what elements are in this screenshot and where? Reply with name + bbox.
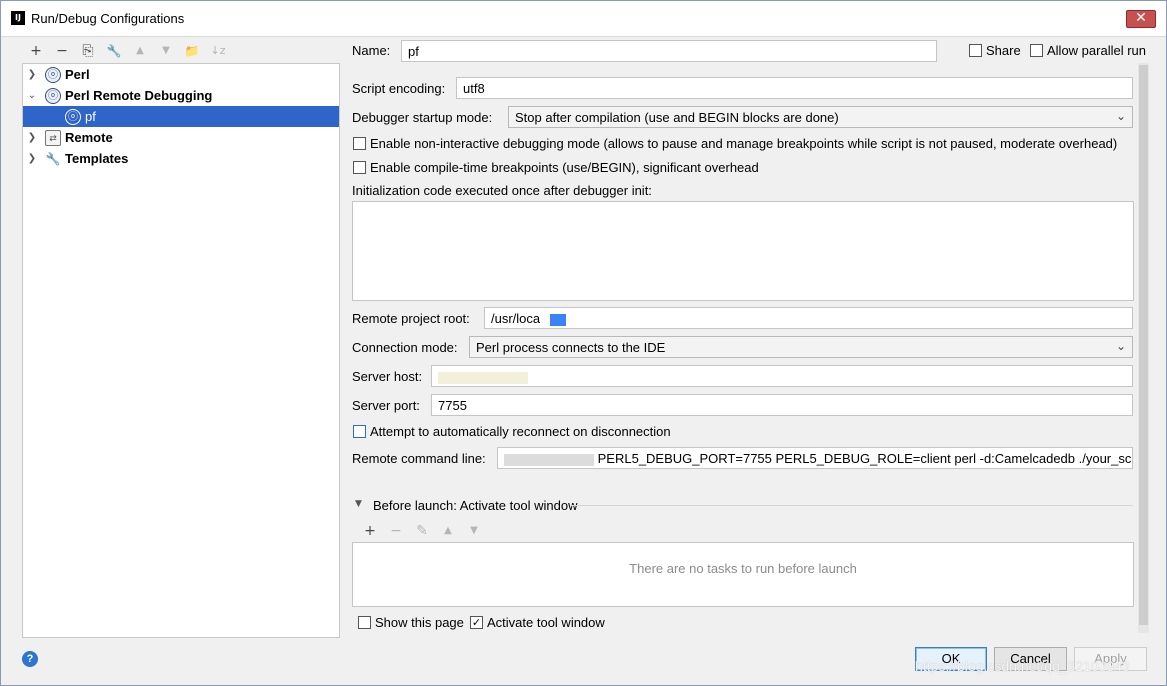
name-label: Name: (352, 43, 391, 58)
show-page-label: Show this page (375, 615, 464, 630)
move-task-down-button[interactable]: ▼ (461, 521, 487, 541)
help-icon[interactable]: ? (22, 651, 38, 667)
close-button[interactable]: ✕ (1126, 10, 1156, 28)
parallel-run-label: Allow parallel run (1047, 43, 1146, 58)
add-config-button[interactable]: + (23, 41, 49, 61)
remote-root-input[interactable]: /usr/loca (484, 307, 1133, 329)
chevron-down-icon[interactable]: ⌄ (25, 90, 39, 101)
reconnect-label: Attempt to automatically reconnect on di… (370, 424, 671, 439)
tree-item-label: pf (85, 109, 96, 124)
new-folder-button[interactable]: 📁 (179, 41, 205, 61)
server-host-label: Server host: (352, 369, 423, 384)
move-down-button[interactable]: ▼ (153, 41, 179, 61)
compile-time-checkbox[interactable] (353, 161, 366, 174)
init-code-label: Initialization code executed once after … (352, 183, 652, 198)
before-launch-header: Before launch: Activate tool window (373, 498, 578, 513)
show-page-checkbox[interactable] (358, 616, 371, 629)
chevron-right-icon[interactable]: ❯ (25, 153, 39, 164)
activate-tool-window-label: Activate tool window (487, 615, 605, 630)
redaction-mark (550, 313, 567, 326)
startup-mode-label: Debugger startup mode: (352, 110, 493, 125)
tree-item-label: Perl (65, 67, 90, 82)
tree-item-label: Templates (65, 151, 129, 166)
sort-button[interactable]: ↓z (205, 41, 231, 61)
before-launch-toolbar: + − ✎ ▲ ▼ (357, 521, 487, 541)
remote-cmd-value: PERL5_DEBUG_PORT=7755 PERL5_DEBUG_ROLE=c… (597, 451, 1133, 466)
script-encoding-input[interactable]: utf8 (456, 77, 1133, 99)
tree-item-remote[interactable]: ❯ ⇄ Remote (23, 127, 339, 148)
tree-item-perl-remote-debugging[interactable]: ⌄ ⓞ Perl Remote Debugging (23, 85, 339, 106)
copy-config-button[interactable]: ⎘ (75, 41, 101, 61)
reconnect-checkbox[interactable] (353, 425, 366, 438)
tree-item-pf[interactable]: ⓞ pf (23, 106, 339, 127)
move-up-button[interactable]: ▲ (127, 41, 153, 61)
chevron-down-icon: ⌄ (1115, 339, 1126, 353)
collapse-triangle-icon[interactable]: ▼ (355, 499, 362, 509)
form-scrollbar[interactable] (1138, 63, 1149, 633)
add-task-button[interactable]: + (357, 521, 383, 541)
remote-icon: ⇄ (45, 129, 61, 146)
startup-mode-value: Stop after compilation (use and BEGIN bl… (515, 110, 839, 125)
window-title: Run/Debug Configurations (31, 11, 185, 26)
redaction-mark (438, 371, 528, 384)
remove-task-button[interactable]: − (383, 521, 409, 541)
chevron-right-icon[interactable]: ❯ (25, 69, 39, 80)
remote-cmd-label: Remote command line: (352, 451, 486, 466)
edit-task-button[interactable]: ✎ (409, 521, 435, 541)
before-launch-tasks-list[interactable]: There are no tasks to run before launch (352, 542, 1134, 607)
empty-tasks-text: There are no tasks to run before launch (629, 561, 857, 576)
server-host-input[interactable] (431, 365, 1133, 387)
perl-icon: ⓞ (45, 87, 61, 104)
connection-mode-select[interactable]: Perl process connects to the IDE ⌄ (469, 336, 1133, 358)
share-checkbox[interactable] (969, 44, 982, 57)
noninteractive-checkbox[interactable] (353, 137, 366, 150)
init-code-textarea[interactable] (352, 201, 1134, 301)
remove-config-button[interactable]: − (49, 41, 75, 61)
edit-defaults-button[interactable]: 🔧 (101, 41, 127, 61)
server-port-input[interactable]: 7755 (431, 394, 1133, 416)
chevron-down-icon: ⌄ (1115, 109, 1126, 123)
move-task-up-button[interactable]: ▲ (435, 521, 461, 541)
separator (571, 505, 1133, 506)
tree-item-label: Remote (65, 130, 113, 145)
noninteractive-label: Enable non-interactive debugging mode (a… (370, 136, 1118, 151)
compile-time-label: Enable compile-time breakpoints (use/BEG… (370, 160, 759, 175)
remote-cmd-input[interactable]: PERL5_DEBUG_PORT=7755 PERL5_DEBUG_ROLE=c… (497, 447, 1133, 469)
remote-root-value: /usr/loca (491, 311, 541, 326)
name-input[interactable]: pf (401, 40, 937, 62)
server-port-label: Server port: (352, 398, 420, 413)
share-label: Share (986, 43, 1021, 58)
connection-mode-label: Connection mode: (352, 340, 458, 355)
activate-tool-window-checkbox[interactable]: ✓ (470, 616, 483, 629)
connection-mode-value: Perl process connects to the IDE (476, 340, 666, 355)
script-encoding-label: Script encoding: (352, 81, 446, 96)
scrollbar-thumb[interactable] (1139, 65, 1148, 625)
tree-item-label: Perl Remote Debugging (65, 88, 213, 103)
tree-item-templates[interactable]: ❯ 🔧 Templates (23, 148, 339, 169)
wrench-icon: 🔧 (45, 151, 61, 166)
watermark: https://blog.csdn.net/qq_32103943 (915, 658, 1130, 674)
parallel-run-checkbox[interactable] (1030, 44, 1043, 57)
perl-icon: ⓞ (65, 108, 81, 125)
config-toolbar: + − ⎘ 🔧 ▲ ▼ 📁 ↓z (23, 41, 231, 61)
remote-root-label: Remote project root: (352, 311, 470, 326)
chevron-right-icon[interactable]: ❯ (25, 132, 39, 143)
run-debug-dialog: IJ Run/Debug Configurations ✕ + − ⎘ 🔧 ▲ … (0, 0, 1167, 686)
startup-mode-select[interactable]: Stop after compilation (use and BEGIN bl… (508, 106, 1133, 128)
intellij-icon: IJ (11, 11, 25, 25)
config-tree: ❯ ⓞ Perl ⌄ ⓞ Perl Remote Debugging ⓞ pf … (22, 63, 340, 638)
tree-item-perl[interactable]: ❯ ⓞ Perl (23, 64, 339, 85)
redaction-mark (504, 453, 594, 466)
title-bar: IJ Run/Debug Configurations ✕ (1, 1, 1166, 37)
perl-icon: ⓞ (45, 66, 61, 83)
